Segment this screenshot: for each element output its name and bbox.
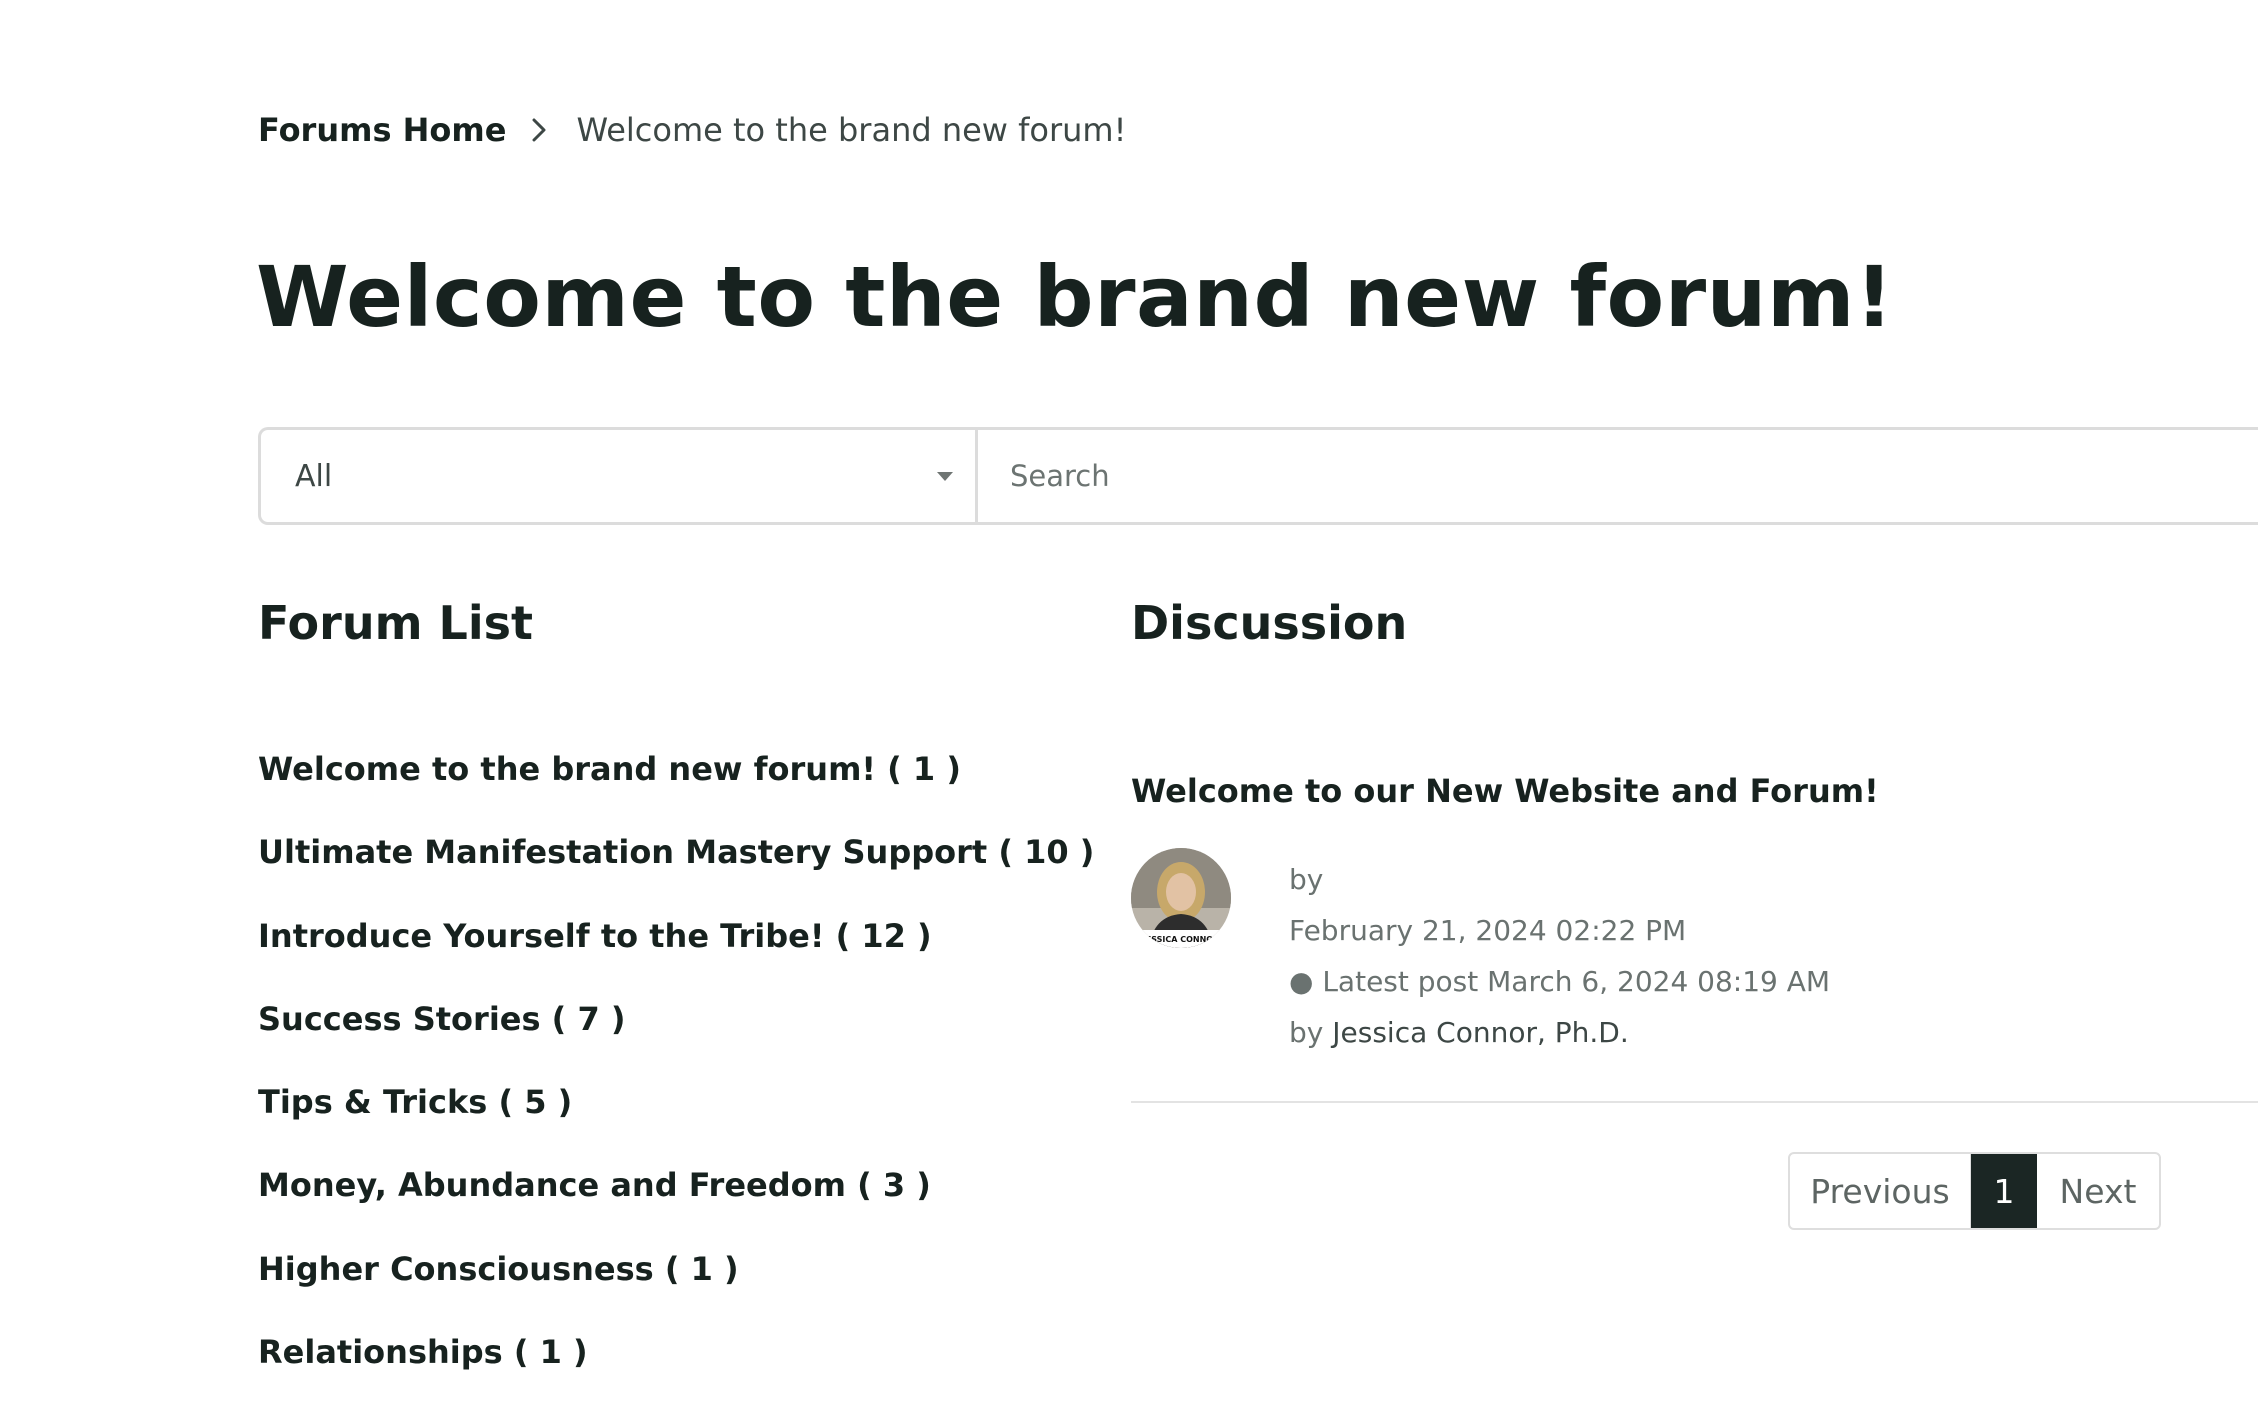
forum-list-heading: Forum List bbox=[258, 596, 533, 650]
avatar[interactable]: JESSICA CONNOR bbox=[1131, 848, 1231, 948]
next-page-button[interactable]: Next bbox=[2037, 1154, 2159, 1228]
topic-created-date: February 21, 2024 02:22 PM bbox=[1289, 914, 1687, 947]
forum-list-item[interactable]: Success Stories ( 7 ) bbox=[258, 1000, 1094, 1083]
discussion-heading: Discussion bbox=[1131, 596, 1408, 650]
forum-page: Forums Home Welcome to the brand new for… bbox=[0, 0, 2258, 1402]
forum-list-item[interactable]: Welcome to the brand new forum! ( 1 ) bbox=[258, 750, 1094, 833]
pagination: Previous 1 Next bbox=[1788, 1152, 2161, 1230]
filter-selected-value: All bbox=[295, 458, 333, 494]
page-number-button[interactable]: 1 bbox=[1971, 1154, 2037, 1228]
search-bar: All bbox=[258, 427, 2258, 525]
topic-meta: by February 21, 2024 02:22 PM ● Latest p… bbox=[1289, 854, 1830, 1058]
forum-list-item[interactable]: Higher Consciousness ( 1 ) bbox=[258, 1250, 1094, 1333]
previous-page-button[interactable]: Previous bbox=[1790, 1154, 1971, 1228]
forum-list-item[interactable]: Money, Abundance and Freedom ( 3 ) bbox=[258, 1166, 1094, 1249]
forum-list: Welcome to the brand new forum! ( 1 ) Ul… bbox=[258, 750, 1094, 1402]
forum-list-item[interactable]: Tips & Tricks ( 5 ) bbox=[258, 1083, 1094, 1166]
search-input[interactable] bbox=[978, 430, 2258, 522]
discussion-topic-title[interactable]: Welcome to our New Website and Forum! bbox=[1131, 772, 1879, 810]
breadcrumb-current: Welcome to the brand new forum! bbox=[576, 111, 1127, 149]
breadcrumb: Forums Home Welcome to the brand new for… bbox=[258, 108, 1126, 152]
forum-list-item[interactable]: Relationships ( 1 ) bbox=[258, 1333, 1094, 1402]
breadcrumb-home-link[interactable]: Forums Home bbox=[258, 111, 506, 149]
caret-down-icon bbox=[937, 471, 953, 481]
latest-author-name[interactable]: Jessica Connor, Ph.D. bbox=[1332, 1016, 1629, 1049]
chevron-right-icon bbox=[528, 114, 550, 146]
discussion-divider bbox=[1131, 1101, 2258, 1103]
topic-by-label: by bbox=[1289, 863, 1324, 896]
topic-latest-post: ● Latest post March 6, 2024 08:19 AM bbox=[1289, 965, 1831, 998]
avatar-caption: JESSICA CONNOR bbox=[1142, 935, 1219, 944]
topic-latest-author-line: by Jessica Connor, Ph.D. bbox=[1289, 1007, 1830, 1058]
forum-list-item[interactable]: Introduce Yourself to the Tribe! ( 12 ) bbox=[258, 917, 1094, 1000]
latest-by-label: by bbox=[1289, 1016, 1324, 1049]
forum-filter-select[interactable]: All bbox=[261, 430, 978, 522]
page-title: Welcome to the brand new forum! bbox=[256, 248, 1894, 346]
forum-list-item[interactable]: Ultimate Manifestation Mastery Support (… bbox=[258, 833, 1094, 916]
